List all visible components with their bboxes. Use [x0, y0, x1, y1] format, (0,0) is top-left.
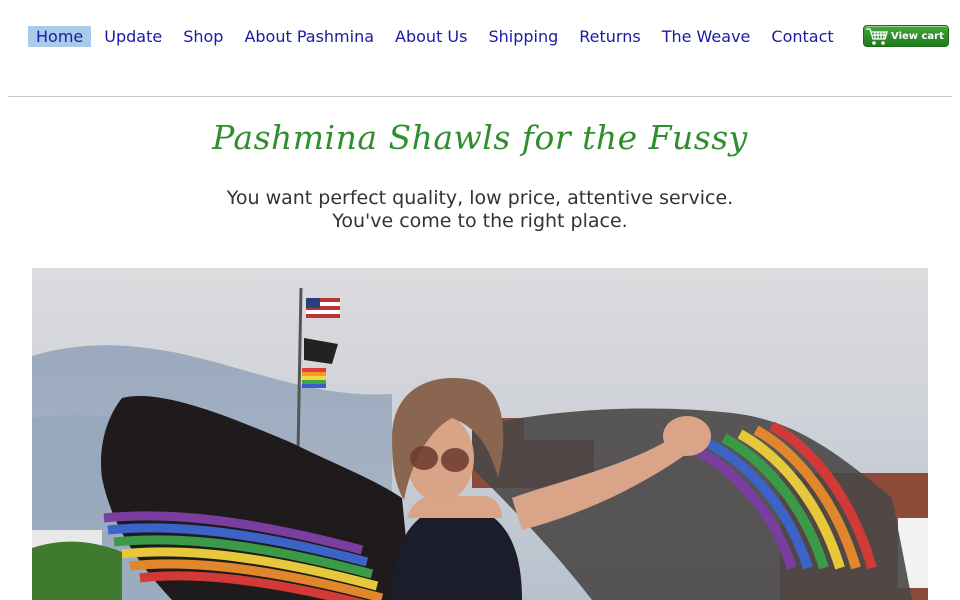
nav-shop[interactable]: Shop [183, 26, 223, 47]
view-cart-button[interactable]: View cart [863, 25, 949, 47]
view-cart-label: View cart [891, 30, 944, 42]
nav-returns[interactable]: Returns [579, 26, 640, 47]
header-divider [8, 96, 952, 97]
tagline-line-1: You want perfect quality, low price, att… [226, 187, 734, 209]
nav-shipping[interactable]: Shipping [488, 26, 558, 47]
nav-about-us[interactable]: About Us [395, 26, 467, 47]
hero-photo [32, 268, 928, 600]
tagline: You want perfect quality, low price, att… [0, 187, 960, 233]
cart-icon [866, 28, 888, 45]
page-headline: Pashmina Shawls for the Fussy [212, 118, 748, 157]
nav-update[interactable]: Update [104, 26, 162, 47]
nav-the-weave[interactable]: The Weave [662, 26, 751, 47]
tagline-line-2: You've come to the right place. [332, 210, 628, 232]
nav-about-pashmina[interactable]: About Pashmina [244, 26, 374, 47]
nav-contact[interactable]: Contact [771, 26, 833, 47]
nav-home[interactable]: Home [28, 26, 92, 47]
main-nav: Home Update Shop About Pashmina About Us… [28, 26, 855, 47]
